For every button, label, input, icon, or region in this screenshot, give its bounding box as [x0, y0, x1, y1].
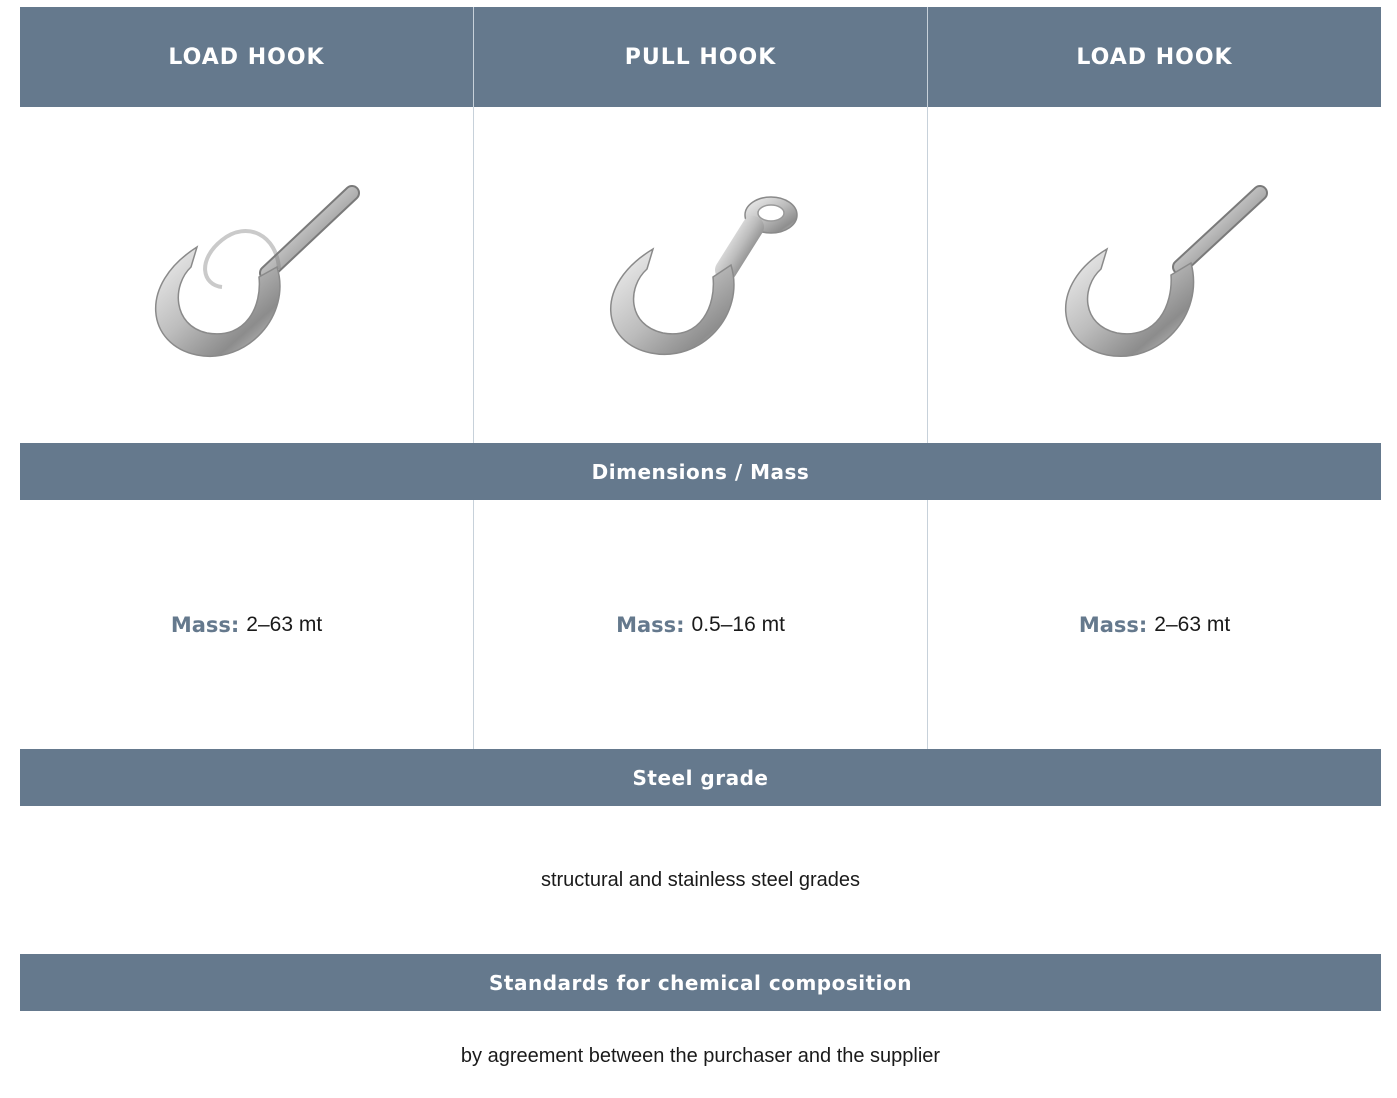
mass-value: 2–63 mt [1154, 612, 1231, 636]
standards-text: by agreement between the purchaser and t… [460, 1044, 941, 1067]
pull-hook-image [609, 196, 798, 356]
image-cell [473, 107, 927, 443]
image-row [20, 107, 1381, 443]
load-hook-image [154, 185, 360, 358]
steel-grade-section-header: Steel grade [20, 749, 1381, 806]
image-cell [20, 107, 473, 443]
load-hook-image [1064, 185, 1268, 357]
mass-cell: Mass: 0.5–16 mt [473, 500, 927, 749]
image-cell [927, 107, 1381, 443]
mass-cell: Mass: 2–63 mt [20, 500, 473, 749]
mass-label: Mass: [170, 612, 240, 637]
mass-label: Mass: [616, 612, 685, 637]
header-row: LOAD HOOK PULL HOOK LOAD HOOK [20, 7, 1381, 107]
column-header-load-hook: LOAD HOOK [168, 44, 325, 70]
standards-section-header: Standards for chemical composition [20, 954, 1381, 1011]
dimensions-section-header: Dimensions / Mass [20, 443, 1381, 500]
mass-label: Mass: [1078, 612, 1148, 637]
steel-grade-text: structural and stainless steel grades [540, 868, 861, 891]
column-header-pull-hook: PULL HOOK [473, 7, 927, 107]
product-table: LOAD HOOK PULL HOOK LOAD HOOK Dimensions… [20, 7, 1381, 1098]
mass-row: Mass: 2–63 mt Mass: 0.5–16 mt Mass: 2–63… [20, 500, 1381, 749]
mass-value: 2–63 mt [246, 612, 323, 636]
mass-value: 0.5–16 mt [691, 612, 785, 636]
column-header-load-hook-2: LOAD HOOK [927, 7, 1381, 107]
mass-cell: Mass: 2–63 mt [927, 500, 1381, 749]
